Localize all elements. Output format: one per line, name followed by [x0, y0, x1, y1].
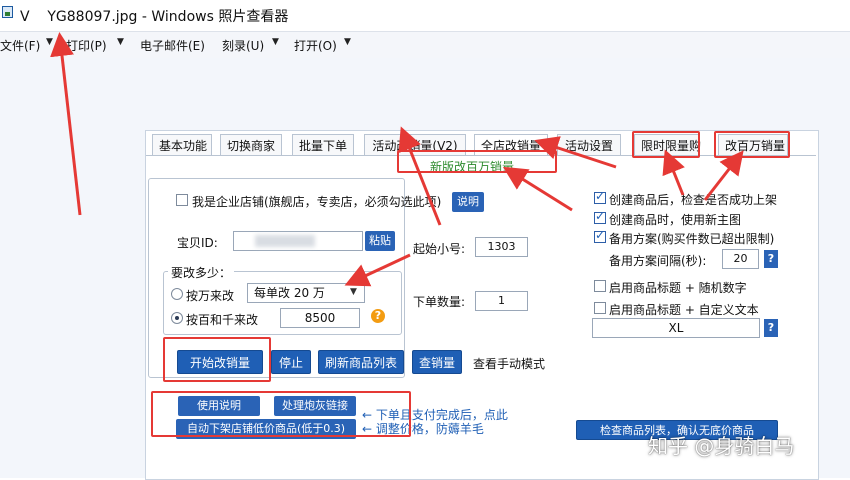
arrow-to-million-tab [703, 150, 744, 201]
arrow-to-flash-tab [662, 149, 685, 196]
arrow-to-store-tab [534, 136, 617, 169]
arrow-to-title [50, 32, 82, 216]
arrow-to-tab-v2 [398, 126, 442, 226]
annotation-arrows [50, 32, 744, 287]
arrow-to-banner [502, 166, 573, 212]
arrow-to-select [344, 253, 411, 287]
zhihu-watermark: 知乎 @身骑白马 [648, 434, 795, 458]
